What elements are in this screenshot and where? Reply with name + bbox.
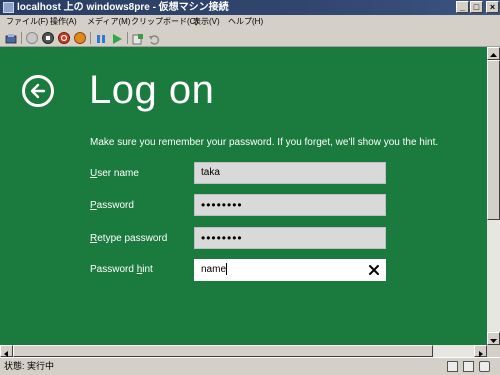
turn-off-icon[interactable] — [42, 32, 54, 44]
password-hint-label: Password hint — [90, 264, 153, 275]
scroll-left-button[interactable] — [0, 345, 13, 357]
password-field[interactable]: •••••••• — [194, 194, 386, 216]
username-label: User name — [90, 168, 139, 179]
back-button[interactable] — [22, 75, 54, 107]
pause-icon[interactable] — [95, 32, 107, 44]
menu-clipboard[interactable]: クリップボード(C) — [131, 15, 198, 29]
vm-connection-icon — [3, 2, 14, 13]
toolbar-separator — [127, 32, 128, 44]
resume-icon[interactable] — [111, 32, 123, 44]
status-text: 状態: 実行中 — [4, 361, 55, 371]
ctrl-alt-del-icon[interactable] — [5, 32, 17, 44]
password-hint-value: name — [201, 264, 227, 275]
shutdown-icon[interactable] — [58, 32, 70, 44]
menu-bar: ファイル(F) 操作(A) メディア(M) クリップボード(C) 表示(V) ヘ… — [0, 15, 500, 29]
menu-media[interactable]: メディア(M) — [87, 15, 130, 29]
lock-icon — [479, 361, 490, 372]
vertical-scrollbar[interactable] — [487, 47, 500, 345]
save-icon[interactable] — [74, 32, 86, 44]
revert-icon[interactable] — [148, 32, 160, 45]
toolbar-separator — [90, 32, 91, 44]
menu-action[interactable]: 操作(A) — [50, 15, 77, 29]
page-title: Log on — [89, 68, 215, 112]
toolbar-separator — [21, 32, 22, 44]
minimize-button[interactable]: _ — [456, 1, 469, 13]
horizontal-scroll-thumb[interactable] — [13, 345, 433, 357]
title-bar: localhost 上の windows8pre - 仮想マシン接続 _ □ × — [0, 0, 500, 15]
password-label: Password — [90, 200, 134, 211]
close-button[interactable]: × — [486, 1, 499, 13]
clear-button[interactable] — [367, 263, 381, 277]
vm-screen[interactable]: Log on Make sure you remember your passw… — [0, 47, 487, 345]
display-icon — [463, 361, 474, 372]
menu-file[interactable]: ファイル(F) — [6, 15, 48, 29]
horizontal-scrollbar[interactable] — [0, 345, 487, 357]
window-title: localhost 上の windows8pre - 仮想マシン接続 — [17, 2, 229, 13]
menu-view[interactable]: 表示(V) — [193, 15, 220, 29]
scrollbar-corner — [487, 345, 500, 357]
maximize-button[interactable]: □ — [470, 1, 483, 13]
toolbar — [0, 29, 500, 47]
close-icon — [369, 265, 379, 275]
scroll-down-button[interactable] — [487, 332, 500, 345]
text-caret — [226, 263, 228, 276]
vertical-scroll-thumb[interactable] — [487, 60, 500, 220]
snapshot-icon[interactable] — [132, 32, 144, 45]
username-field[interactable]: taka — [194, 162, 386, 184]
retype-password-label: Retype password — [90, 233, 168, 244]
scroll-up-button[interactable] — [487, 47, 500, 60]
arrow-left-icon — [30, 83, 46, 99]
start-icon[interactable] — [26, 32, 38, 44]
menu-help[interactable]: ヘルプ(H) — [228, 15, 263, 29]
scroll-right-button[interactable] — [474, 345, 487, 357]
password-hint-field[interactable]: name — [194, 259, 386, 281]
instructions-text: Make sure you remember your password. If… — [90, 137, 439, 148]
status-bar: 状態: 実行中 — [0, 357, 500, 375]
keyboard-icon — [447, 361, 458, 372]
retype-password-field[interactable]: •••••••• — [194, 227, 386, 249]
